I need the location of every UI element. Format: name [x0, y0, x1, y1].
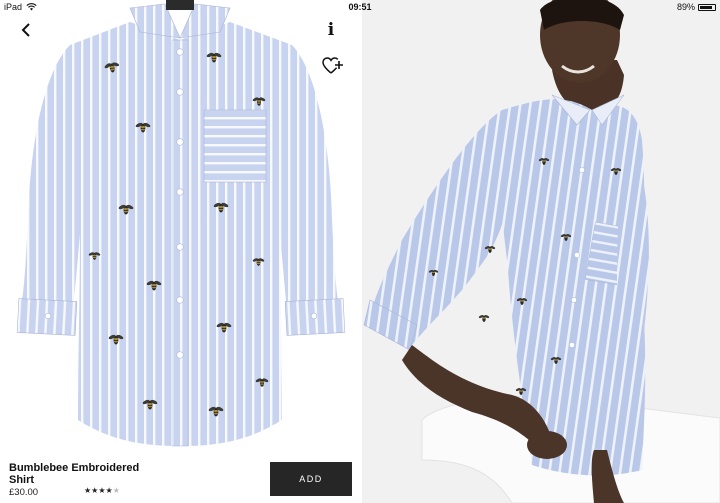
product-image-front[interactable]: i — [0, 0, 360, 456]
info-button[interactable]: i — [320, 18, 342, 42]
model-wearing-shirt-photo — [362, 0, 720, 503]
battery-percent: 89% — [676, 2, 695, 12]
battery-icon — [698, 3, 716, 11]
product-rating[interactable]: ★ ★ ★ ★ ★ — [84, 486, 120, 495]
product-price: £30.00 — [9, 487, 39, 498]
status-bar: iPad 09:51 89% — [0, 0, 720, 14]
back-button[interactable] — [14, 18, 38, 42]
add-to-bag-button[interactable]: ADD — [270, 462, 352, 496]
status-time: 09:51 — [348, 2, 372, 12]
battery-fill — [700, 5, 712, 9]
star-filled-icon: ★ — [105, 486, 113, 495]
product-info-bar: Bumblebee Embroidered Shirt £30.00 ★ ★ ★ ★ ★… — [0, 456, 360, 503]
chevron-left-icon — [21, 23, 30, 37]
star-filled-icon: ★ — [84, 486, 92, 495]
product-name: Bumblebee Embroidered Shirt — [9, 462, 140, 486]
add-to-wishlist-button[interactable] — [320, 54, 346, 78]
shirt-front-illustration — [16, 0, 346, 447]
info-icon: i — [327, 20, 335, 40]
product-image-model[interactable] — [362, 0, 720, 503]
heart-plus-icon — [322, 57, 343, 74]
star-empty-icon: ★ — [112, 486, 120, 495]
status-right: 89% — [677, 0, 716, 14]
star-filled-icon: ★ — [91, 486, 99, 495]
star-filled-icon: ★ — [98, 486, 106, 495]
